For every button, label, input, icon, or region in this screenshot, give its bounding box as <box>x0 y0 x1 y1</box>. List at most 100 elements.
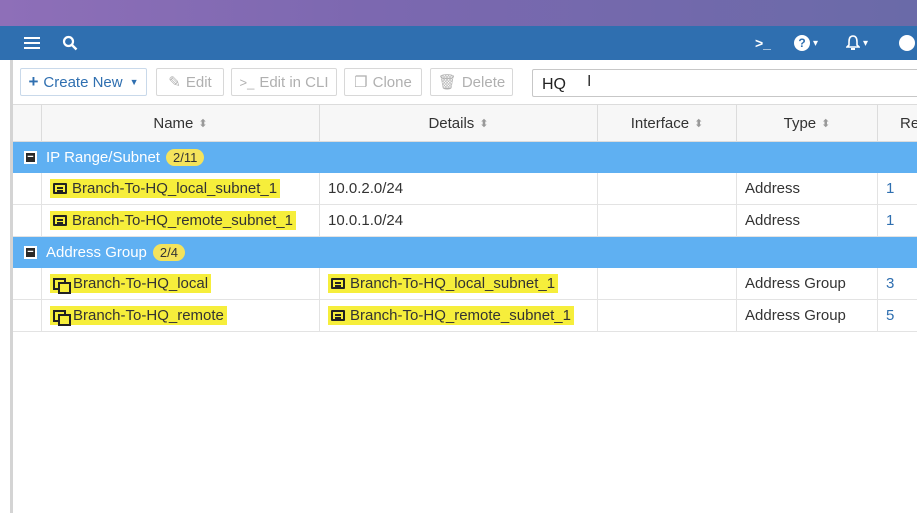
row-name: Branch-To-HQ_local <box>73 275 209 292</box>
column-type-label: Type <box>783 115 817 132</box>
ref-link[interactable]: 5 <box>878 300 917 331</box>
delete-label: Delete <box>461 73 506 91</box>
highlight-match: Branch-To-HQ_remote_subnet_1 <box>50 211 296 230</box>
row-name: Branch-To-HQ_local_subnet_1 <box>72 180 278 197</box>
search-value: HQ <box>542 76 566 93</box>
bell-icon[interactable]: ▾ <box>846 33 868 53</box>
address-icon <box>53 215 67 226</box>
table-row[interactable]: Branch-To-HQ_remote Branch-To-HQ_remote_… <box>13 300 917 332</box>
column-name[interactable]: Name ⬍ <box>42 105 320 142</box>
table-row[interactable]: Branch-To-HQ_remote_subnet_1 10.0.1.0/24… <box>13 205 917 237</box>
address-icon <box>331 278 345 289</box>
interface-cell <box>598 173 737 204</box>
details-cell: 10.0.1.0/24 <box>320 205 598 236</box>
type-cell: Address <box>737 205 878 236</box>
trash-icon: 🗑 <box>437 74 457 91</box>
ref-link[interactable]: 3 <box>878 268 917 299</box>
hamburger-icon[interactable] <box>24 33 40 53</box>
row-select-cell[interactable] <box>13 205 42 236</box>
type-cell: Address Group <box>737 300 878 331</box>
column-interface[interactable]: Interface ⬍ <box>598 105 737 142</box>
name-cell: Branch-To-HQ_local_subnet_1 <box>42 173 320 204</box>
chevron-down-icon: ▼ <box>129 77 139 87</box>
search-input[interactable]: HQ I <box>532 69 917 97</box>
select-all-column[interactable] <box>13 105 42 142</box>
search-icon[interactable] <box>62 33 78 53</box>
delete-button[interactable]: 🗑 Delete <box>430 68 513 96</box>
column-name-label: Name <box>153 115 194 132</box>
column-details[interactable]: Details ⬍ <box>320 105 598 142</box>
toolbar: + Create New ▼ ✎ Edit >_ Edit in CLI ❐ C… <box>20 68 917 98</box>
window-top-strip <box>0 0 917 26</box>
group-header-ip-range-subnet[interactable]: − IP Range/Subnet 2/11 <box>13 142 917 173</box>
details-cell: 10.0.2.0/24 <box>320 173 598 204</box>
type-cell: Address Group <box>737 268 878 299</box>
interface-cell <box>598 205 737 236</box>
table-header: Name ⬍ Details ⬍ Interface ⬍ Type ⬍ Re <box>13 104 917 142</box>
cli-icon: >_ <box>239 74 255 90</box>
address-group-icon <box>53 309 71 326</box>
address-table: Name ⬍ Details ⬍ Interface ⬍ Type ⬍ Re − IP … <box>13 104 917 332</box>
ref-link[interactable]: 1 <box>878 205 917 236</box>
cli-console-icon[interactable]: >_ <box>755 33 771 53</box>
column-details-label: Details <box>428 115 475 132</box>
sort-icon: ⬍ <box>198 118 208 130</box>
type-cell: Address <box>737 173 878 204</box>
sort-icon: ⬍ <box>479 118 489 130</box>
text-cursor-icon: I <box>587 73 592 90</box>
details-cell: Branch-To-HQ_local_subnet_1 <box>320 268 598 299</box>
row-select-cell[interactable] <box>13 268 42 299</box>
column-ref-label: Re <box>900 115 917 132</box>
collapse-icon[interactable]: − <box>24 246 37 259</box>
row-name: Branch-To-HQ_remote <box>73 307 224 324</box>
name-cell: Branch-To-HQ_remote_subnet_1 <box>42 205 320 236</box>
help-caret-icon: ▾ <box>813 37 819 49</box>
table-row[interactable]: Branch-To-HQ_local Branch-To-HQ_local_su… <box>13 268 917 300</box>
pencil-icon: ✎ <box>168 74 181 91</box>
collapse-icon[interactable]: − <box>24 151 37 164</box>
column-type[interactable]: Type ⬍ <box>737 105 878 142</box>
interface-cell <box>598 300 737 331</box>
name-cell: Branch-To-HQ_local <box>42 268 320 299</box>
create-new-label: Create New <box>43 73 123 91</box>
sort-icon: ⬍ <box>821 118 831 130</box>
bell-caret-icon: ▾ <box>863 37 869 49</box>
highlight-match: Branch-To-HQ_remote <box>50 306 227 326</box>
row-name: Branch-To-HQ_remote_subnet_1 <box>72 212 293 229</box>
clone-icon: ❐ <box>354 74 368 91</box>
group-count-badge: 2/11 <box>165 149 205 166</box>
column-interface-label: Interface <box>630 115 690 132</box>
address-icon <box>53 183 67 194</box>
clone-button[interactable]: ❐ Clone <box>344 68 422 96</box>
interface-cell <box>598 268 737 299</box>
edit-in-cli-label: Edit in CLI <box>259 73 329 91</box>
details-cell: Branch-To-HQ_remote_subnet_1 <box>320 300 598 331</box>
help-question-glyph: ? <box>794 35 810 51</box>
edit-in-cli-button[interactable]: >_ Edit in CLI <box>231 68 337 96</box>
member-link[interactable]: Branch-To-HQ_local_subnet_1 <box>350 275 555 292</box>
create-new-button[interactable]: + Create New ▼ <box>20 68 147 96</box>
top-navigation-bar: >_ ? ▾ ▾ <box>0 26 917 60</box>
edit-label: Edit <box>185 73 212 91</box>
ref-link[interactable]: 1 <box>878 173 917 204</box>
help-icon[interactable]: ? ▾ <box>794 33 818 53</box>
group-header-address-group[interactable]: − Address Group 2/4 <box>13 237 917 268</box>
column-ref[interactable]: Re <box>878 105 917 142</box>
highlight-match: Branch-To-HQ_local_subnet_1 <box>50 179 281 198</box>
highlight-match: Branch-To-HQ_remote_subnet_1 <box>328 306 574 325</box>
row-select-cell[interactable] <box>13 300 42 331</box>
group-name: IP Range/Subnet <box>46 149 160 166</box>
address-group-icon <box>53 277 71 294</box>
edit-button[interactable]: ✎ Edit <box>156 68 224 96</box>
group-count-badge: 2/4 <box>152 244 185 261</box>
address-icon <box>331 310 345 321</box>
user-avatar-icon[interactable] <box>899 33 915 53</box>
highlight-match: Branch-To-HQ_local_subnet_1 <box>328 274 559 293</box>
table-row[interactable]: Branch-To-HQ_local_subnet_1 10.0.2.0/24 … <box>13 173 917 205</box>
clone-label: Clone <box>372 73 412 91</box>
group-name: Address Group <box>46 244 147 261</box>
row-select-cell[interactable] <box>13 173 42 204</box>
member-link[interactable]: Branch-To-HQ_remote_subnet_1 <box>350 307 571 324</box>
plus-icon: + <box>28 72 39 91</box>
sort-icon: ⬍ <box>694 118 704 130</box>
